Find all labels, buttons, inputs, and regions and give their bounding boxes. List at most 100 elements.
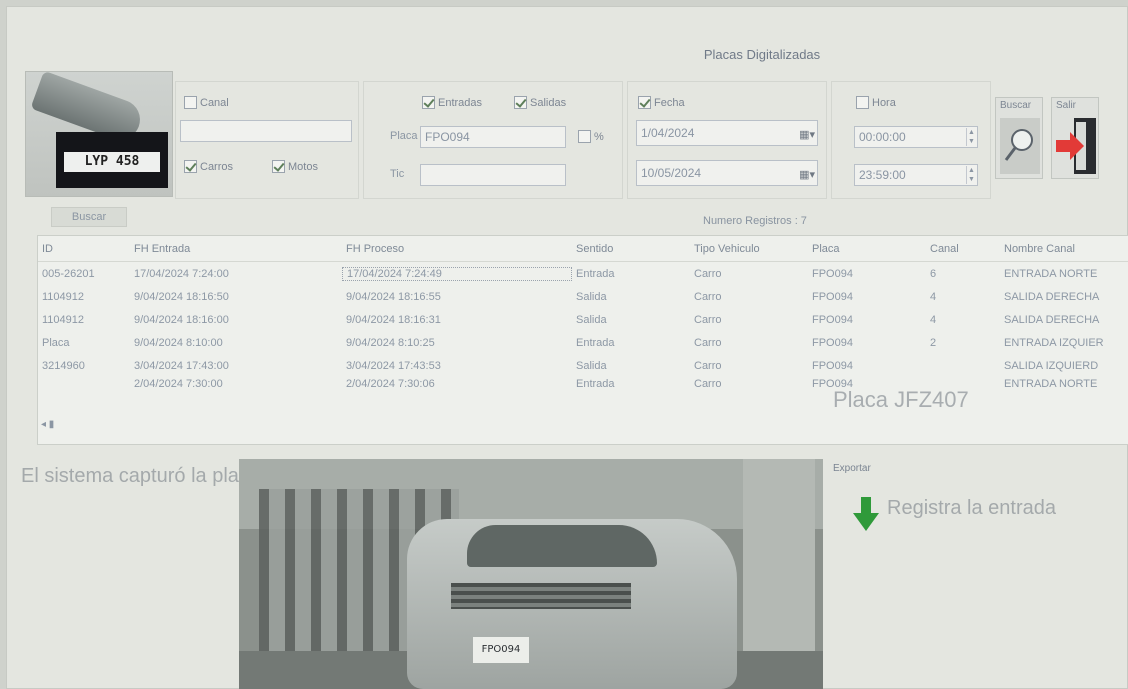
vehicle-grille bbox=[451, 583, 631, 609]
cell-id: Placa bbox=[42, 336, 70, 349]
buscar-button-label: Buscar bbox=[1000, 100, 1032, 111]
col-placa[interactable]: Placa bbox=[808, 243, 926, 255]
fecha-checkbox-box[interactable] bbox=[638, 96, 651, 109]
hora-desde-input[interactable]: 00:00:00 ▲ ▼ bbox=[854, 126, 978, 148]
hora-hasta-input[interactable]: 23:59:00 ▲ ▼ bbox=[854, 164, 978, 186]
cell-sentido: Entrada bbox=[576, 378, 615, 390]
salidas-checkbox-box[interactable] bbox=[514, 96, 527, 109]
table-row[interactable]: 1104912 9/04/2024 18:16:50 9/04/2024 18:… bbox=[38, 285, 1128, 308]
hora-checkbox-box[interactable] bbox=[856, 96, 869, 109]
fecha-checkbox[interactable]: Fecha bbox=[638, 96, 685, 109]
canal-checkbox[interactable]: Canal bbox=[184, 96, 229, 109]
overlay-title: Placa JFZ407 bbox=[833, 387, 969, 412]
motos-checkbox[interactable]: Motos bbox=[272, 160, 318, 173]
cell-placa: FPO094 bbox=[812, 313, 853, 326]
scroll-left-arrow-icon[interactable]: ◂ ▮ bbox=[41, 419, 91, 435]
motos-label: Motos bbox=[288, 160, 318, 173]
hora-group: Hora 00:00:00 ▲ ▼ 23:59:00 ▲ ▼ bbox=[831, 81, 991, 199]
calendar-icon[interactable]: ▦▾ bbox=[789, 163, 815, 181]
logo-plate-text: LYP 458 bbox=[64, 152, 160, 172]
placa-label: Placa bbox=[390, 130, 418, 142]
cell-nombre-canal: SALIDA DERECHA bbox=[1004, 290, 1100, 303]
col-tipo-vehiculo[interactable]: Tipo Vehiculo bbox=[690, 243, 808, 255]
table-row[interactable]: Placa 9/04/2024 8:10:00 9/04/2024 8:10:2… bbox=[38, 331, 1128, 354]
salir-button[interactable]: Salir bbox=[1051, 97, 1099, 179]
cell-placa: FPO094 bbox=[812, 336, 853, 349]
table-row[interactable]: 005-26201 17/04/2024 7:24:00 17/04/2024 … bbox=[38, 262, 1128, 285]
cell-canal: 6 bbox=[930, 267, 937, 280]
records-count: Numero Registros : 7 bbox=[703, 215, 807, 227]
entradas-checkbox-box[interactable] bbox=[422, 96, 435, 109]
cell-nombre-canal: ENTRADA IZQUIER bbox=[1004, 336, 1104, 349]
col-nombre-canal[interactable]: Nombre Canal bbox=[1000, 243, 1124, 255]
cell-tipo-vehiculo: Carro bbox=[694, 378, 722, 390]
cell-sentido: Entrada bbox=[576, 267, 615, 280]
col-id[interactable]: ID bbox=[38, 243, 130, 255]
placa-input[interactable]: FPO094 bbox=[420, 126, 566, 148]
tic-input[interactable] bbox=[420, 164, 566, 186]
carros-checkbox[interactable]: Carros bbox=[184, 160, 233, 173]
cell-sentido: Salida bbox=[576, 359, 607, 372]
hora-desde-spinner[interactable]: ▲ ▼ bbox=[966, 128, 976, 146]
license-plate-graphic: LYP 458 bbox=[56, 132, 168, 188]
hora-checkbox[interactable]: Hora bbox=[856, 96, 896, 109]
cell-sentido: Salida bbox=[576, 313, 607, 326]
cell-tipo-vehiculo: Carro bbox=[694, 267, 722, 280]
cell-id: 1104912 bbox=[42, 290, 85, 303]
fecha-desde-picker[interactable]: 1/04/2024 ▦▾ bbox=[636, 120, 818, 146]
cell-fh-proceso: 3/04/2024 17:43:53 bbox=[346, 359, 441, 372]
cell-fh-entrada: 9/04/2024 18:16:50 bbox=[134, 290, 229, 303]
carros-checkbox-box[interactable] bbox=[184, 160, 197, 173]
table-row[interactable]: 3214960 3/04/2024 17:43:00 3/04/2024 17:… bbox=[38, 354, 1128, 377]
percent-checkbox[interactable]: % bbox=[578, 130, 604, 143]
cell-placa: FPO094 bbox=[812, 290, 853, 303]
cell-fh-proceso: 9/04/2024 18:16:55 bbox=[346, 290, 441, 303]
salidas-label: Salidas bbox=[530, 96, 567, 109]
canal-checkbox-box[interactable] bbox=[184, 96, 197, 109]
cell-canal: 2 bbox=[930, 336, 937, 349]
cell-fh-proceso: 2/04/2024 7:30:06 bbox=[346, 378, 435, 390]
hora-desde-value: 00:00:00 bbox=[859, 130, 906, 144]
tic-label: Tic bbox=[390, 168, 405, 180]
cell-sentido: Entrada bbox=[576, 336, 615, 349]
canal-label: Canal bbox=[200, 96, 229, 109]
table-row[interactable]: 1104912 9/04/2024 18:16:00 9/04/2024 18:… bbox=[38, 308, 1128, 331]
cell-nombre-canal: SALIDA IZQUIERD bbox=[1004, 359, 1099, 372]
cell-fh-entrada: 3/04/2024 17:43:00 bbox=[134, 359, 229, 372]
percent-checkbox-box[interactable] bbox=[578, 130, 591, 143]
cell-fh-proceso: 17/04/2024 7:24:49 bbox=[342, 266, 572, 281]
canal-select[interactable] bbox=[180, 120, 352, 142]
col-fh-entrada[interactable]: FH Entrada bbox=[130, 243, 342, 255]
window-title: Placas Digitalizadas bbox=[703, 47, 821, 62]
cell-fh-entrada: 9/04/2024 8:10:00 bbox=[134, 336, 223, 349]
cell-tipo-vehiculo: Carro bbox=[694, 359, 722, 372]
vehicle-plate: FPO094 bbox=[473, 637, 529, 663]
col-sentido[interactable]: Sentido bbox=[572, 243, 690, 255]
buscar-button[interactable]: Buscar bbox=[995, 97, 1043, 179]
salidas-checkbox[interactable]: Salidas bbox=[514, 96, 566, 109]
cell-nombre-canal: ENTRADA NORTE bbox=[1004, 378, 1098, 390]
cell-fh-proceso: 9/04/2024 8:10:25 bbox=[346, 336, 435, 349]
entradas-label: Entradas bbox=[438, 96, 483, 109]
cell-sentido: Salida bbox=[576, 290, 607, 303]
green-down-arrow-icon[interactable] bbox=[853, 497, 879, 533]
fecha-hasta-picker[interactable]: 10/05/2024 ▦▾ bbox=[636, 160, 818, 186]
tab-buscar[interactable]: Buscar bbox=[51, 207, 127, 227]
hora-hasta-spinner[interactable]: ▲ ▼ bbox=[966, 166, 976, 184]
results-table: ID FH Entrada FH Proceso Sentido Tipo Ve… bbox=[37, 235, 1128, 445]
cell-fh-proceso: 9/04/2024 18:16:31 bbox=[346, 313, 441, 326]
app-logo: LYP 458 bbox=[25, 70, 173, 197]
col-fh-proceso[interactable]: FH Proceso bbox=[342, 243, 572, 255]
calendar-icon[interactable]: ▦▾ bbox=[789, 123, 815, 141]
photo-vehicle: FPO094 bbox=[407, 519, 737, 689]
cell-id: 1104912 bbox=[42, 313, 85, 326]
fecha-hasta-value: 10/05/2024 bbox=[641, 166, 702, 180]
overlay-line-3: Registra la entrada bbox=[887, 497, 1056, 519]
motos-checkbox-box[interactable] bbox=[272, 160, 285, 173]
cell-tipo-vehiculo: Carro bbox=[694, 336, 722, 349]
entradas-checkbox[interactable]: Entradas bbox=[422, 96, 482, 109]
cell-nombre-canal: SALIDA DERECHA bbox=[1004, 313, 1100, 326]
placas-window: Placas Digitalizadas LYP 458 Canal Carro… bbox=[6, 6, 1128, 689]
cell-tipo-vehiculo: Carro bbox=[694, 313, 722, 326]
col-canal[interactable]: Canal bbox=[926, 243, 1000, 255]
